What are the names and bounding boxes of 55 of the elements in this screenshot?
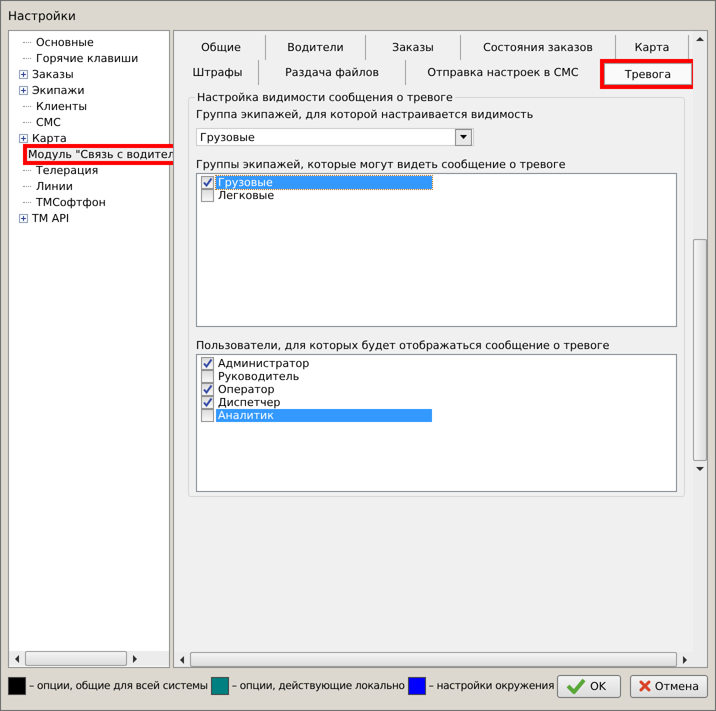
cancel-button[interactable]: Отмена — [630, 674, 708, 698]
scroll-thumb[interactable] — [693, 239, 707, 461]
expand-icon[interactable] — [19, 70, 29, 78]
horizontal-scrollbar[interactable] — [9, 651, 169, 666]
tree-item[interactable]: Телерация — [35, 164, 100, 176]
checkbox[interactable] — [201, 189, 214, 202]
item-label: Аналитик — [216, 409, 432, 422]
tree-item[interactable]: Клиенты — [35, 100, 88, 112]
item-label: Диспетчер — [217, 396, 282, 409]
tab[interactable]: Общие — [177, 35, 266, 60]
expand-icon[interactable] — [19, 86, 29, 94]
vertical-scrollbar[interactable] — [693, 31, 707, 667]
expand-icon[interactable] — [19, 134, 29, 142]
expand-icon[interactable] — [19, 214, 29, 222]
crew-group-dropdown[interactable]: Грузовые — [196, 128, 474, 146]
checkbox[interactable] — [201, 370, 214, 383]
list-item[interactable]: Диспетчер — [201, 396, 676, 409]
scroll-thumb[interactable] — [25, 651, 127, 666]
item-label: Легковые — [217, 189, 276, 202]
legend-text: – настройки окружения — [428, 680, 554, 692]
window-title: Настройки — [8, 8, 76, 25]
item-label: Оператор — [217, 383, 276, 396]
tree-item[interactable]: Горячие клавиши — [35, 52, 140, 64]
list-item[interactable]: Оператор — [201, 383, 676, 396]
checkbox[interactable] — [201, 396, 214, 409]
tree-item[interactable]: СМС — [35, 116, 62, 128]
item-label: Грузовые — [216, 176, 432, 189]
ok-button[interactable]: OK — [557, 674, 621, 698]
tree-item[interactable]: Заказы — [31, 68, 75, 80]
checkbox[interactable] — [201, 357, 214, 370]
tab[interactable]: Заказы — [366, 35, 461, 60]
item-label: Руководитель — [217, 370, 300, 383]
tree-item[interactable]: Основные — [35, 36, 95, 48]
item-label: Администратор — [217, 357, 310, 370]
tree-item[interactable]: Карта — [31, 132, 68, 144]
tab[interactable]: Штрафы — [177, 60, 259, 85]
tree-item[interactable]: Линии — [35, 180, 74, 192]
field-label: Группа экипажей, для которой настраивается видимость — [196, 108, 534, 122]
list-item[interactable]: Руководитель — [201, 370, 676, 383]
tree-item[interactable]: Экипажи — [31, 84, 86, 96]
tab[interactable]: Водители — [266, 35, 366, 60]
tree-item[interactable]: ТМСофтфон — [35, 196, 107, 208]
group-title: Настройка видимости сообщения о тревоге — [195, 91, 455, 104]
field-label: Пользователи, для которых будет отображаться сообщение о тревоге — [196, 339, 610, 353]
field-label: Группы экипажей, которые могут видеть сообщение о тревоге — [196, 158, 567, 172]
checkbox[interactable] — [201, 383, 214, 396]
list-item[interactable]: Администратор — [201, 357, 676, 370]
list-item[interactable]: Легковые — [201, 189, 676, 202]
checkbox[interactable] — [201, 176, 214, 189]
checkmark-icon — [566, 678, 586, 694]
tab[interactable]: Раздача файлов — [259, 60, 406, 85]
tree-item[interactable]: TM API — [31, 212, 70, 224]
legend-text: – опции, общие для всей системы — [28, 680, 208, 692]
legend-text: – опции, действующие локально — [232, 680, 405, 692]
checkbox[interactable] — [201, 409, 214, 422]
